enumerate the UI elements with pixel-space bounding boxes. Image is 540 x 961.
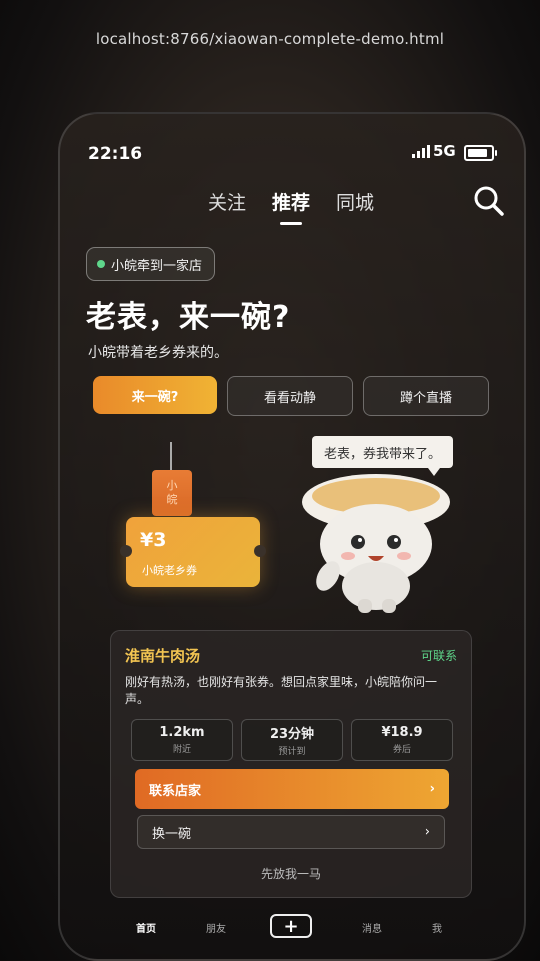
coupon-ticket[interactable]: ¥3 小皖老乡券 [120, 517, 266, 587]
tab-recommended-label: 推荐 [272, 192, 311, 214]
hang-tag: 小 皖 [152, 470, 192, 516]
feed-tabs: 关注 推荐 同城 [208, 188, 374, 225]
battery-icon [464, 145, 497, 161]
change-bowl-button[interactable]: 换一碗 › [137, 815, 445, 849]
stat-eta: 23分钟 预计到 [241, 719, 343, 761]
shop-name: 淮南牛肉汤 [125, 647, 201, 665]
store-badge: 小皖牵到一家店 [86, 247, 216, 281]
nav-me[interactable]: 我 [432, 920, 442, 935]
create-post-button[interactable]: + [270, 914, 312, 938]
tab-nearby[interactable]: 同城 [336, 188, 374, 215]
status-time: 22:16 [88, 144, 143, 164]
browser-url[interactable]: localhost:8766/xiaowan-complete-demo.htm… [0, 30, 540, 48]
online-dot-icon [97, 260, 105, 268]
shop-card: 淮南牛肉汤 可联系 刚好有热汤，也刚好有张券。想回点家里味，小皖陪你问一声。 1… [110, 630, 472, 898]
store-badge-label: 小皖牵到一家店 [111, 258, 203, 274]
chevron-right-icon: › [424, 824, 430, 840]
mascot-illustration [302, 474, 450, 613]
search-icon[interactable] [472, 184, 506, 218]
battery-fill [468, 149, 487, 157]
nav-messages[interactable]: 消息 [362, 920, 382, 935]
hang-tag-char: 皖 [166, 493, 178, 506]
stat-value: ¥18.9 [381, 725, 423, 740]
page-subtitle: 小皖带着老乡券来的。 [88, 345, 228, 361]
shop-stats: 1.2km 附近 23分钟 预计到 ¥18.9 券后 [131, 719, 453, 761]
status-bar: 22:16 5G [60, 114, 524, 174]
stat-label: 预计到 [278, 747, 306, 757]
watch-live-button[interactable]: 蹲个直播 [363, 376, 489, 416]
hang-string [170, 442, 172, 470]
nav-home[interactable]: 首页 [136, 920, 156, 935]
order-bowl-button[interactable]: 来一碗? [93, 376, 217, 414]
signal-icon [412, 145, 430, 158]
network-label: 5G [433, 142, 456, 160]
tab-recommended[interactable]: 推荐 [272, 188, 311, 225]
tab-following[interactable]: 关注 [208, 188, 246, 215]
shop-status-badge: 可联系 [420, 649, 457, 663]
coupon-price: ¥3 [140, 529, 167, 551]
page-title: 老表，来一碗? [86, 300, 291, 335]
contact-shop-label: 联系店家 [149, 783, 202, 799]
stat-distance: 1.2km 附近 [131, 719, 233, 761]
phone-frame: 22:16 5G 关注 推荐 同城 小皖牵到一家店 老表，来一碗? 小皖带着老乡… [58, 112, 526, 961]
coupon-name: 小皖老乡券 [142, 564, 197, 577]
stat-label: 券后 [392, 745, 411, 755]
stat-label: 附近 [172, 745, 191, 755]
stat-value: 1.2km [159, 725, 205, 740]
bottom-nav: 首页 朋友 + 消息 我 [60, 906, 524, 946]
stat-price: ¥18.9 券后 [351, 719, 453, 761]
stat-value: 23分钟 [269, 727, 315, 742]
contact-shop-button[interactable]: 联系店家 › [135, 769, 449, 809]
active-tab-underline [280, 222, 303, 225]
hang-tag-char: 小 [166, 479, 178, 492]
change-bowl-label: 换一碗 [152, 826, 192, 842]
shop-description: 刚好有热汤，也刚好有张券。想回点家里味，小皖陪你问一声。 [125, 675, 438, 706]
chevron-right-icon: › [429, 781, 435, 797]
browse-updates-button[interactable]: 看看动静 [227, 376, 353, 416]
action-row: 来一碗? 看看动静 蹲个直播 [93, 376, 489, 416]
skip-link[interactable]: 先放我一马 [111, 865, 471, 882]
nav-friends[interactable]: 朋友 [206, 920, 226, 935]
